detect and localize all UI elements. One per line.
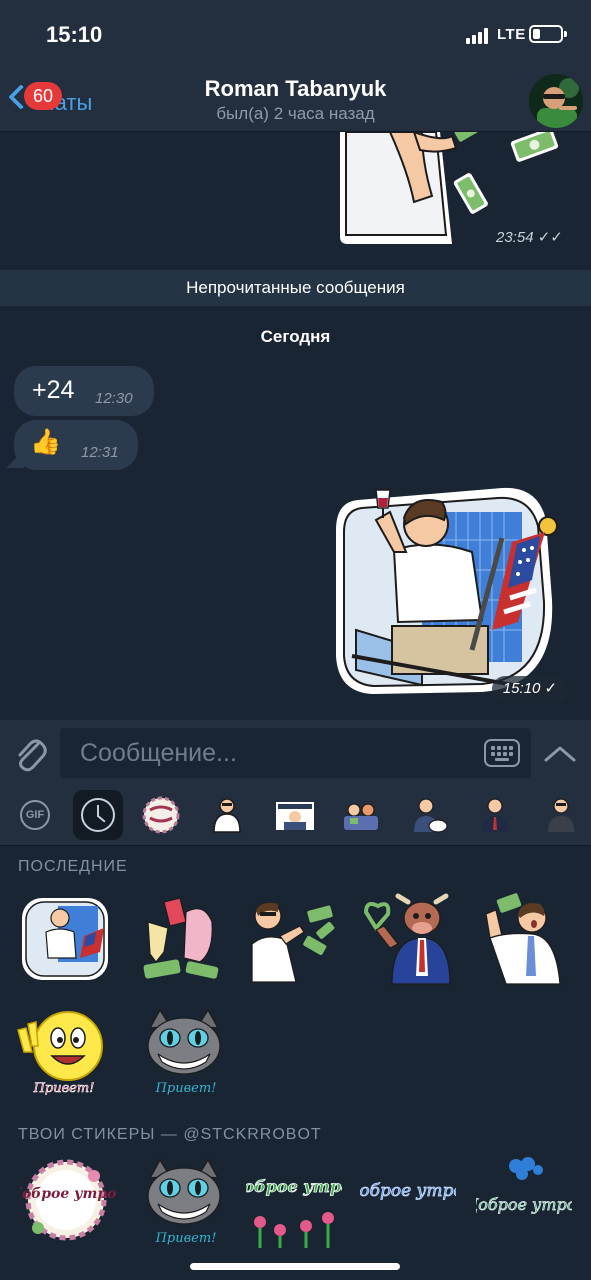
sticker-recent[interactable] [358, 892, 454, 988]
sticker-caption: Привет! [155, 1231, 217, 1246]
sticker-recent[interactable] [246, 892, 342, 988]
sticker-pack-tab[interactable] [336, 790, 386, 840]
avatar[interactable] [529, 74, 583, 128]
chat-header: Чаты 60 Roman Tabanyuk был(а) 2 часа наз… [0, 64, 591, 132]
sticker-message[interactable] [332, 480, 568, 698]
incoming-message[interactable]: 👍 12:31 [14, 420, 138, 470]
sticker-pack-tab[interactable] [136, 790, 186, 840]
sticker-recent[interactable] [18, 892, 114, 988]
sticker-pack-item[interactable]: Доброе утро! [246, 1156, 342, 1252]
sticker-caption: Доброе утро! [360, 1181, 456, 1201]
message-time: 12:31 [81, 444, 119, 461]
home-indicator[interactable] [190, 1263, 400, 1270]
incoming-message[interactable]: +24 12:30 [14, 366, 154, 416]
sticker-pack-item[interactable]: Доброе утро! [476, 1156, 572, 1252]
status-bar: 15:10 LTE [0, 0, 591, 64]
sticker-caption: Доброе утро! [246, 1177, 342, 1196]
sticker-pack-tab[interactable] [536, 790, 586, 840]
battery-icon [529, 25, 567, 43]
sticker-pack-tab[interactable] [202, 790, 252, 840]
sticker-pack-item[interactable]: Доброе утро! [360, 1156, 456, 1252]
sticker-pack-tab[interactable] [270, 790, 320, 840]
message-time: 23:54 ✓✓ [496, 229, 563, 246]
message-emoji: 👍 [30, 428, 62, 456]
sticker-tabs: GIF [0, 786, 591, 846]
sticker-panel[interactable]: ПОСЛЕДНИЕ Привет! Привет! ТВОИ СТИКЕРЫ —… [0, 846, 591, 1280]
date-label: Сегодня [260, 327, 331, 346]
message-list[interactable]: 23:54 ✓✓ Непрочитанные сообщения Сегодня… [0, 132, 591, 720]
sticker-caption: Доброе утро! [20, 1186, 116, 1202]
section-title-pack: ТВОИ СТИКЕРЫ — @STCKRROBOT [18, 1126, 322, 1143]
composer [0, 720, 591, 786]
sticker-caption: Привет! [155, 1081, 217, 1096]
chat-title[interactable]: Roman Tabanyuk [0, 76, 591, 102]
sticker-recent[interactable]: Привет! [14, 1006, 110, 1102]
recent-tab[interactable] [73, 790, 123, 840]
sticker-pack-item[interactable]: Привет! [136, 1156, 232, 1252]
sticker-time-badge: 15:10 ✓ [492, 676, 568, 702]
message-text: +24 [32, 376, 75, 404]
sticker-pack-item[interactable]: Доброе утро! [20, 1156, 116, 1252]
chevron-up-icon[interactable] [540, 738, 580, 770]
message-input[interactable] [60, 728, 531, 778]
sticker-caption: Доброе утро! [476, 1195, 572, 1214]
sticker-pack-tab[interactable] [404, 790, 454, 840]
network-type: LTE [497, 26, 526, 43]
gif-tab[interactable]: GIF [20, 800, 50, 830]
last-seen-status: был(а) 2 часа назад [216, 104, 375, 123]
sticker-recent[interactable]: Привет! [136, 1006, 232, 1102]
signal-icon [466, 28, 492, 44]
message-time: 12:30 [95, 390, 133, 407]
sticker-pack-tab[interactable] [470, 790, 520, 840]
sticker-recent[interactable] [476, 892, 572, 988]
sticker-recent[interactable] [134, 892, 230, 988]
clock-icon [81, 798, 115, 832]
section-title-recent: ПОСЛЕДНИЕ [18, 858, 128, 875]
check-icon: ✓ [540, 680, 558, 697]
paperclip-icon[interactable] [12, 734, 48, 772]
unread-divider: Непрочитанные сообщения [0, 270, 591, 306]
keyboard-icon[interactable] [484, 739, 520, 767]
sticker-caption: Привет! [33, 1081, 95, 1096]
status-time: 15:10 [46, 22, 103, 47]
double-check-icon: ✓✓ [537, 229, 563, 246]
